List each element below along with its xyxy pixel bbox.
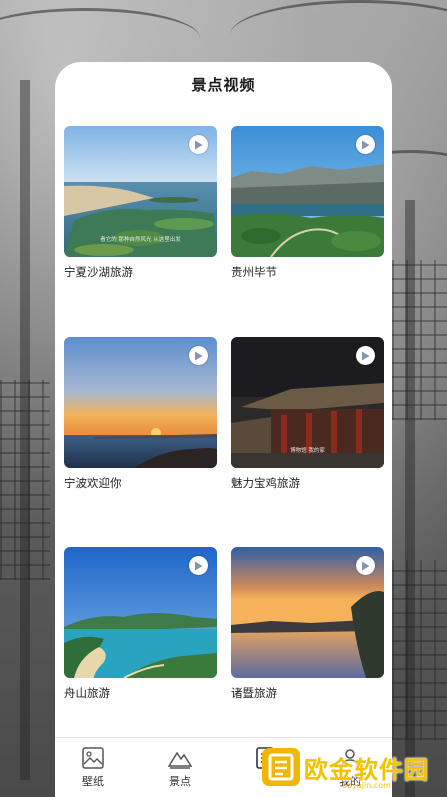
video-caption: 宁夏沙湖旅游 (64, 265, 133, 279)
play-icon[interactable] (356, 346, 375, 365)
video-thumbnail[interactable] (64, 547, 217, 678)
play-icon[interactable] (356, 135, 375, 154)
video-thumbnail[interactable] (231, 126, 384, 257)
watermark-url: ouyujin.com (342, 781, 391, 790)
play-icon[interactable] (189, 135, 208, 154)
video-caption: 诸暨旅游 (231, 686, 277, 700)
site-watermark: 欧金软件园 ouyujin.com (262, 748, 440, 792)
video-list-card: 景点视频 看它的 那种自然风光 从这里出发 宁夏沙湖旅游 贵州毕节 宁波欢迎你 … (55, 62, 392, 797)
video-item-zhoushan[interactable]: 舟山旅游 (64, 547, 217, 701)
play-icon[interactable] (189, 346, 208, 365)
video-thumbnail[interactable]: 看它的 那种自然风光 从这里出发 (64, 126, 217, 257)
video-item-ningbo[interactable]: 宁波欢迎你 (64, 337, 217, 491)
play-icon[interactable] (356, 556, 375, 575)
watermark-text: 欧金软件园 (304, 756, 429, 784)
video-overlay-text: 看它的 那种自然风光 从这里出发 (100, 237, 181, 243)
video-overlay-text: 博物馆 我的家 (290, 448, 325, 454)
tab-label: 壁纸 (82, 775, 104, 788)
mountain-icon (168, 751, 192, 769)
video-caption: 宁波欢迎你 (64, 476, 122, 490)
video-thumbnail[interactable] (64, 337, 217, 468)
video-item-ningxia[interactable]: 看它的 那种自然风光 从这里出发 宁夏沙湖旅游 (64, 126, 217, 280)
tab-wallpaper[interactable]: 壁纸 (63, 746, 123, 789)
video-item-baoji[interactable]: 博物馆 我的家 魅力宝鸡旅游 (231, 337, 384, 491)
page-title: 景点视频 (191, 76, 256, 94)
video-thumbnail[interactable] (231, 547, 384, 678)
video-caption: 贵州毕节 (231, 265, 277, 279)
tab-scenic[interactable]: 景点 (150, 746, 210, 789)
video-item-zhuji[interactable]: 诸暨旅游 (231, 547, 384, 701)
play-icon[interactable] (189, 556, 208, 575)
video-caption: 魅力宝鸡旅游 (231, 476, 300, 490)
video-caption: 舟山旅游 (64, 686, 110, 700)
tab-label: 景点 (169, 775, 191, 788)
video-item-guizhou[interactable]: 贵州毕节 (231, 126, 384, 280)
video-thumbnail[interactable]: 博物馆 我的家 (231, 337, 384, 468)
image-icon (82, 747, 104, 769)
watermark-logo-icon (262, 748, 300, 786)
